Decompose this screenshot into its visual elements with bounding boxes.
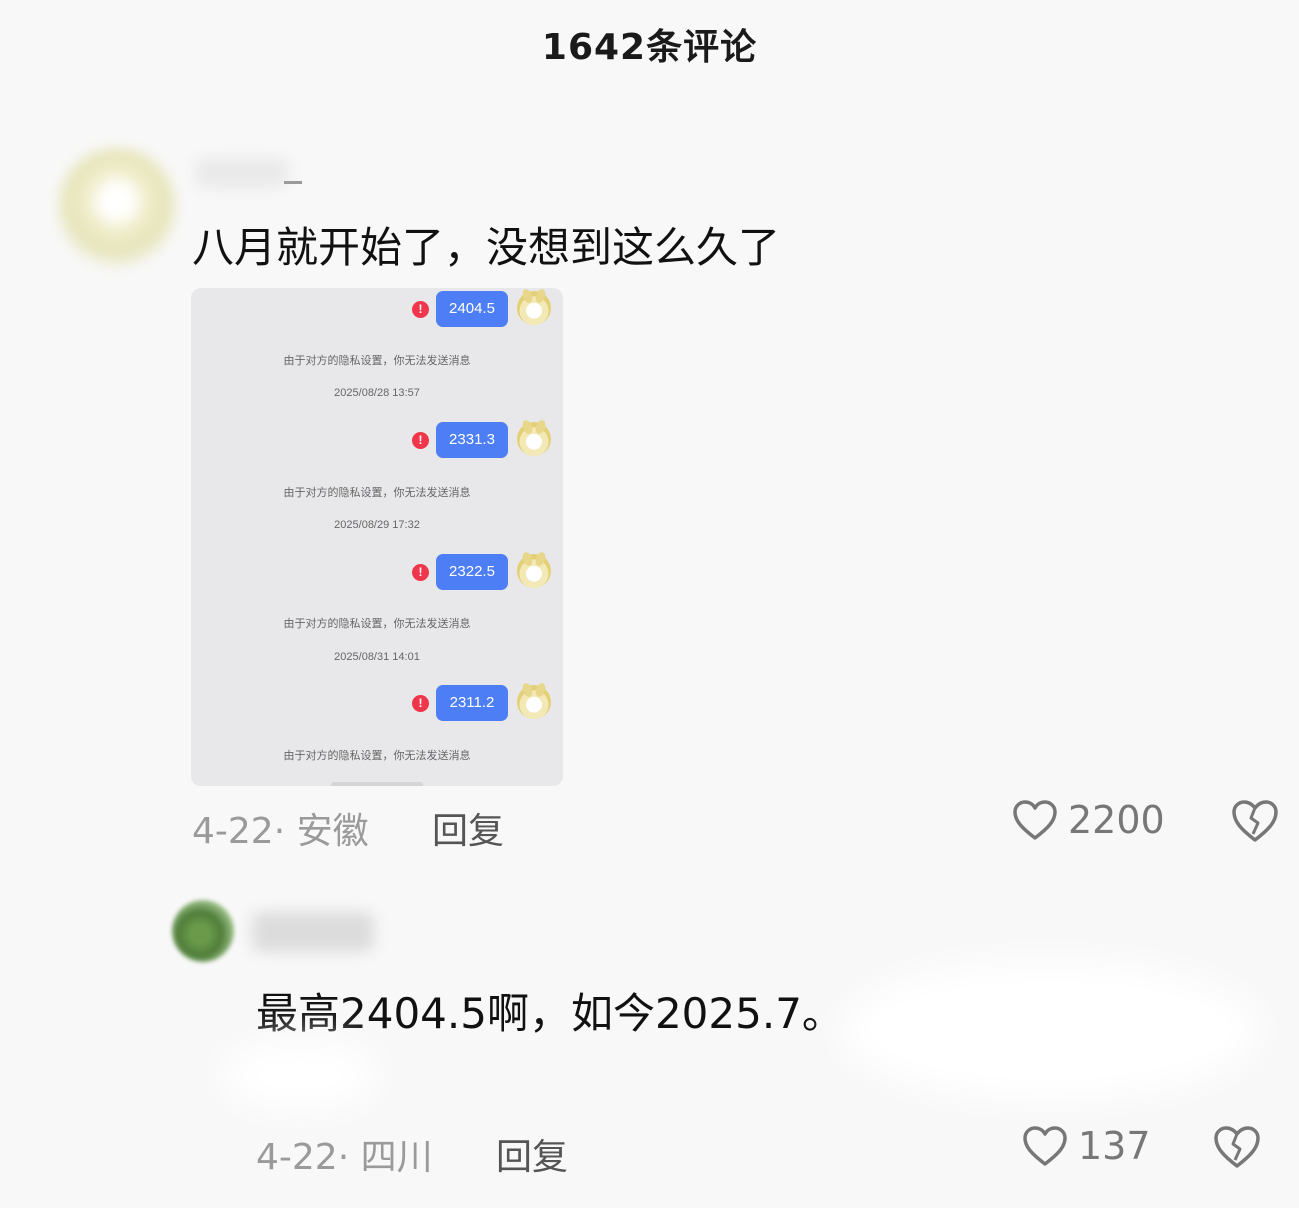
- heart-outline-icon: [1023, 1126, 1067, 1166]
- system-notice: 由于对方的隐私设置，你无法发送消息: [283, 355, 471, 367]
- message-row: ! 2322.5: [191, 552, 563, 592]
- dislike-button[interactable]: [1212, 1124, 1262, 1174]
- error-icon: !: [412, 301, 429, 318]
- reply-button[interactable]: 回复: [496, 1128, 568, 1180]
- error-icon: !: [412, 564, 429, 581]
- username-underscore: [284, 181, 302, 184]
- comment-text: 最高2404.5啊，如今2025.7。: [256, 989, 844, 1038]
- message-time: 2025/08/31 14:01: [334, 651, 420, 663]
- like-count: 2200: [1068, 798, 1165, 842]
- comments-count-title: 1642条评论: [541, 27, 758, 68]
- obscured-region: [840, 960, 1260, 1100]
- message-bubble: 2311.2: [436, 685, 508, 721]
- comment-date-location: 4-22· 四川: [256, 1137, 433, 1178]
- sender-avatar: [517, 554, 551, 588]
- comment-date-location: 4-22· 安徽: [192, 811, 369, 852]
- obscured-region: [220, 1040, 380, 1110]
- sender-avatar: [517, 422, 551, 456]
- message-time: 2025/08/28 13:57: [334, 387, 420, 399]
- avatar[interactable]: [58, 148, 176, 266]
- message-bubble: 2331.3: [436, 422, 508, 458]
- message-row: ! 2404.5: [191, 289, 563, 329]
- username-blurred[interactable]: [196, 158, 288, 188]
- system-notice: 由于对方的隐私设置，你无法发送消息: [283, 618, 471, 630]
- username-blurred[interactable]: [252, 912, 374, 952]
- broken-heart-icon: [1232, 800, 1278, 842]
- avatar[interactable]: [172, 900, 234, 962]
- heart-outline-icon: [1013, 800, 1057, 840]
- cut-off-timestamp: [331, 782, 423, 786]
- sender-avatar: [517, 291, 551, 325]
- message-row: ! 2311.2: [191, 683, 563, 723]
- message-row: ! 2331.3: [191, 420, 563, 460]
- like-button[interactable]: 2200: [1012, 798, 1165, 842]
- comment-image[interactable]: ! 2404.5 由于对方的隐私设置，你无法发送消息 2025/08/28 13…: [191, 288, 563, 786]
- dislike-button[interactable]: [1230, 798, 1280, 848]
- message-bubble: 2322.5: [436, 554, 508, 590]
- like-count: 137: [1078, 1124, 1151, 1168]
- like-button[interactable]: 137: [1022, 1124, 1151, 1168]
- reply-button[interactable]: 回复: [432, 802, 504, 854]
- system-notice: 由于对方的隐私设置，你无法发送消息: [283, 487, 471, 499]
- message-bubble: 2404.5: [436, 291, 508, 327]
- broken-heart-icon: [1214, 1126, 1260, 1168]
- system-notice: 由于对方的隐私设置，你无法发送消息: [283, 750, 471, 762]
- message-time: 2025/08/29 17:32: [334, 519, 420, 531]
- comment-text: 八月就开始了，没想到这么久了: [192, 223, 781, 272]
- sender-avatar: [517, 685, 551, 719]
- error-icon: !: [412, 695, 429, 712]
- error-icon: !: [412, 432, 429, 449]
